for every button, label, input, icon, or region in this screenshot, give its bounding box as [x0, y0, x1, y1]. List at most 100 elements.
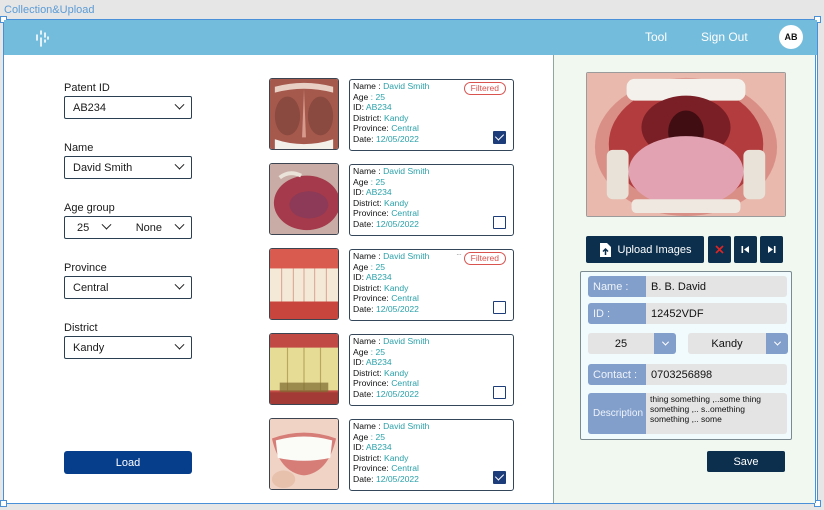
province-value: Central — [73, 281, 109, 294]
name-key: Name : — [353, 421, 384, 431]
name-select[interactable]: David Smith — [64, 156, 192, 179]
result-thumbnail[interactable] — [269, 163, 339, 235]
filtered-badge: Filtered — [463, 82, 506, 95]
form-id-input[interactable]: 12452VDF — [646, 303, 787, 324]
upload-images-label: Upload Images — [617, 243, 692, 256]
previous-image-button[interactable] — [734, 236, 757, 263]
age-val: : 25 — [368, 346, 386, 357]
result-thumbnail[interactable] — [269, 78, 339, 150]
id-key: ID: — [353, 357, 366, 367]
form-name-input[interactable]: B. B. David — [646, 276, 787, 297]
date-key: Date: — [353, 303, 376, 314]
avatar[interactable]: AB — [779, 25, 803, 49]
patient-id-group: Patent ID AB234 — [64, 82, 192, 119]
id-key: ID: — [353, 187, 366, 197]
form-contact-label: Contact : — [588, 364, 646, 385]
chevron-down-icon — [174, 99, 185, 110]
delete-image-button[interactable] — [708, 236, 731, 263]
name-val: David Smith — [383, 166, 430, 176]
date-val: 12/05/2022 — [375, 218, 419, 229]
age-val: : 25 — [368, 91, 386, 102]
select-checkbox[interactable] — [493, 216, 506, 229]
age-to-value: None — [135, 221, 162, 234]
form-description-row: Description thing something ,..some thin… — [588, 393, 787, 434]
result-thumbnail[interactable] — [269, 248, 339, 320]
smile-image — [270, 419, 338, 489]
result-card: Name : David Smith Age : 25 ID: AB234 Distr… — [349, 79, 514, 151]
age-group-label: Age group — [64, 202, 115, 214]
result-thumbnail[interactable] — [269, 418, 339, 490]
province-label: Province — [64, 262, 107, 274]
id-val: AB234 — [365, 357, 392, 367]
select-checkbox[interactable] — [493, 386, 506, 399]
result-card: Name : David Smith Age : 25 ID: AB234 Distr… — [349, 164, 514, 236]
patient-id-select[interactable]: AB234 — [64, 96, 192, 119]
district-group: District Kandy — [64, 322, 192, 359]
name-label: Name — [64, 142, 94, 154]
frame-title: Collection&Upload — [4, 4, 95, 16]
province-val: Central — [391, 463, 419, 473]
district-value: Kandy — [73, 341, 105, 354]
district-val: Kandy — [384, 367, 409, 378]
result-item: Name : David Smith Age : 25 ID: AB234 Distr… — [269, 248, 519, 322]
tongue-image — [270, 164, 338, 234]
form-district-select[interactable]: Kandy — [688, 333, 788, 354]
age-group: Age group 25 None — [64, 202, 192, 239]
age-from-value: 25 — [77, 221, 90, 234]
result-card: Name : David Smith Age : 25 ID: AB234 Distr… — [349, 419, 514, 491]
upload-images-button[interactable]: Upload Images — [586, 236, 704, 263]
nav-sign-out[interactable]: Sign Out — [701, 30, 748, 44]
id-val: AB234 — [365, 102, 392, 112]
chevron-down-icon — [174, 339, 185, 350]
resize-handle-bl[interactable] — [0, 500, 7, 507]
gums-image — [270, 249, 338, 319]
name-group: Name David Smith — [64, 142, 192, 179]
age-to-select[interactable]: None — [135, 219, 185, 234]
age-key: Age — [353, 346, 369, 357]
name-key: Name : — [353, 336, 384, 346]
form-description-input[interactable]: thing something ,..some thing something … — [646, 393, 787, 434]
result-thumbnail[interactable] — [269, 333, 339, 405]
province-group: Province Central — [64, 262, 192, 299]
province-key: Province: — [353, 378, 392, 388]
date-val: 12/05/2022 — [375, 388, 419, 399]
province-select[interactable]: Central — [64, 276, 192, 299]
district-key: District: — [353, 197, 385, 208]
skip-previous-icon — [741, 246, 749, 253]
skip-next-icon — [768, 246, 776, 253]
form-name-label: Name : — [588, 276, 646, 297]
patient-id-value: AB234 — [73, 101, 107, 114]
date-key: Date: — [353, 133, 376, 144]
form-age-select[interactable]: 25 — [588, 333, 676, 354]
id-val: AB234 — [365, 272, 392, 282]
form-id-label: ID : — [588, 303, 646, 324]
select-checkbox[interactable] — [493, 131, 506, 144]
save-button[interactable]: Save — [707, 451, 785, 472]
nav-tool[interactable]: Tool — [645, 30, 667, 44]
age-from-select[interactable]: 25 — [77, 219, 112, 234]
district-label: District — [64, 322, 98, 334]
district-select[interactable]: Kandy — [64, 336, 192, 359]
province-key: Province: — [353, 208, 392, 218]
select-checkbox[interactable] — [493, 301, 506, 314]
name-val: David Smith — [383, 421, 430, 431]
patient-id-label: Patent ID — [64, 82, 110, 94]
date-key: Date: — [353, 473, 376, 484]
upload-panel: Upload Images Name : B. B. David ID: 12… — [553, 55, 816, 503]
district-key: District: — [353, 367, 385, 378]
chevron-down-icon — [174, 219, 185, 230]
load-button[interactable]: Load — [64, 451, 192, 474]
age-group-select: 25 None — [64, 216, 192, 239]
form-description-label: Description — [588, 393, 646, 434]
id-key: ID: — [353, 272, 366, 282]
select-checkbox[interactable] — [493, 471, 506, 484]
chevron-down-icon — [654, 333, 676, 354]
id-val: AB234 — [365, 187, 392, 197]
stained-teeth-image — [270, 334, 338, 404]
chevron-down-icon — [174, 159, 185, 170]
next-image-button[interactable] — [760, 236, 783, 263]
age-val: : 25 — [368, 261, 386, 272]
more-dots-icon: ··· — [456, 250, 462, 259]
chevron-down-icon — [174, 279, 185, 290]
form-contact-input[interactable]: 0703256898 — [646, 364, 787, 385]
